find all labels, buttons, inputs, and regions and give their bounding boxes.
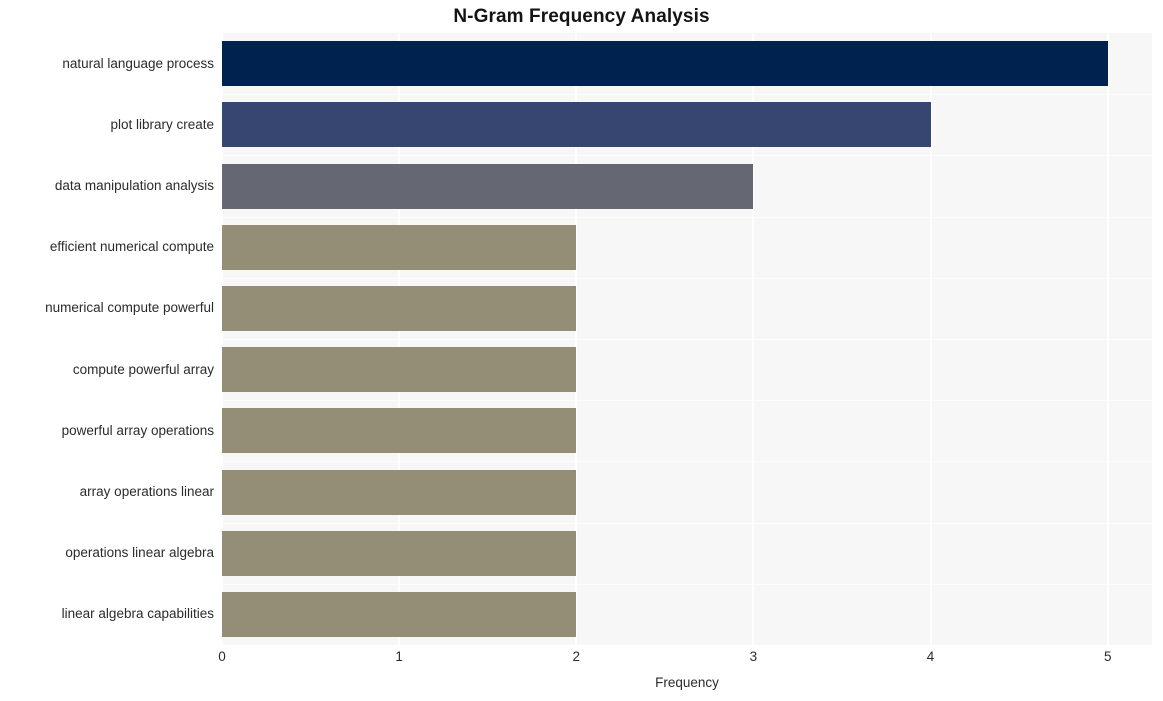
x-axis-tick-label: 1	[395, 649, 403, 664]
vertical-gridline	[1106, 33, 1109, 645]
y-axis-tick-label: numerical compute powerful	[45, 300, 214, 316]
chart-figure: N-Gram Frequency Analysis natural langua…	[0, 0, 1163, 701]
x-axis-tick-label: 3	[749, 649, 758, 664]
y-axis-tick-label: linear algebra capabilities	[61, 606, 214, 622]
y-axis-tick-label: efficient numerical compute	[49, 239, 214, 255]
y-axis-tick-label: data manipulation analysis	[54, 178, 214, 193]
horizontal-gridline	[222, 339, 1152, 340]
bar[interactable]	[222, 224, 577, 270]
y-axis-tick-label: plot library create	[110, 116, 214, 132]
horizontal-gridline	[222, 155, 1152, 157]
plot-area	[222, 33, 1152, 645]
x-axis-title: Frequency	[655, 675, 719, 690]
bar[interactable]	[222, 41, 1108, 87]
horizontal-gridline	[222, 400, 1152, 402]
bar[interactable]	[222, 102, 931, 148]
horizontal-gridline	[222, 583, 1152, 585]
bar[interactable]	[222, 469, 577, 515]
x-axis-tick-label: 5	[1103, 649, 1112, 664]
x-axis-tick-label: 0	[218, 649, 226, 664]
y-axis-tick-label: natural language process	[62, 55, 214, 71]
bar[interactable]	[222, 408, 577, 454]
y-axis-tick-label: array operations linear	[79, 484, 214, 499]
chart-title: N-Gram Frequency Analysis	[453, 6, 710, 27]
bar[interactable]	[222, 591, 577, 637]
bar[interactable]	[222, 347, 577, 393]
bar[interactable]	[222, 163, 754, 209]
x-axis-tick-label: 4	[926, 649, 935, 664]
horizontal-gridline	[222, 94, 1152, 96]
horizontal-gridline	[222, 277, 1152, 279]
y-axis-tick-label: operations linear algebra	[65, 545, 214, 561]
horizontal-gridline	[222, 216, 1152, 218]
y-axis-label-group: natural language process plot library cre…	[0, 33, 214, 645]
horizontal-gridline	[222, 461, 1152, 463]
y-axis-tick-label: compute powerful array	[72, 361, 214, 377]
bar[interactable]	[222, 530, 577, 576]
x-axis-tick-group: 0 1 2 3 4 5	[0, 649, 1163, 669]
bar[interactable]	[222, 285, 577, 331]
x-axis-tick-label: 2	[572, 649, 581, 664]
y-axis-tick-label: powerful array operations	[61, 422, 214, 438]
horizontal-gridline	[222, 522, 1152, 524]
